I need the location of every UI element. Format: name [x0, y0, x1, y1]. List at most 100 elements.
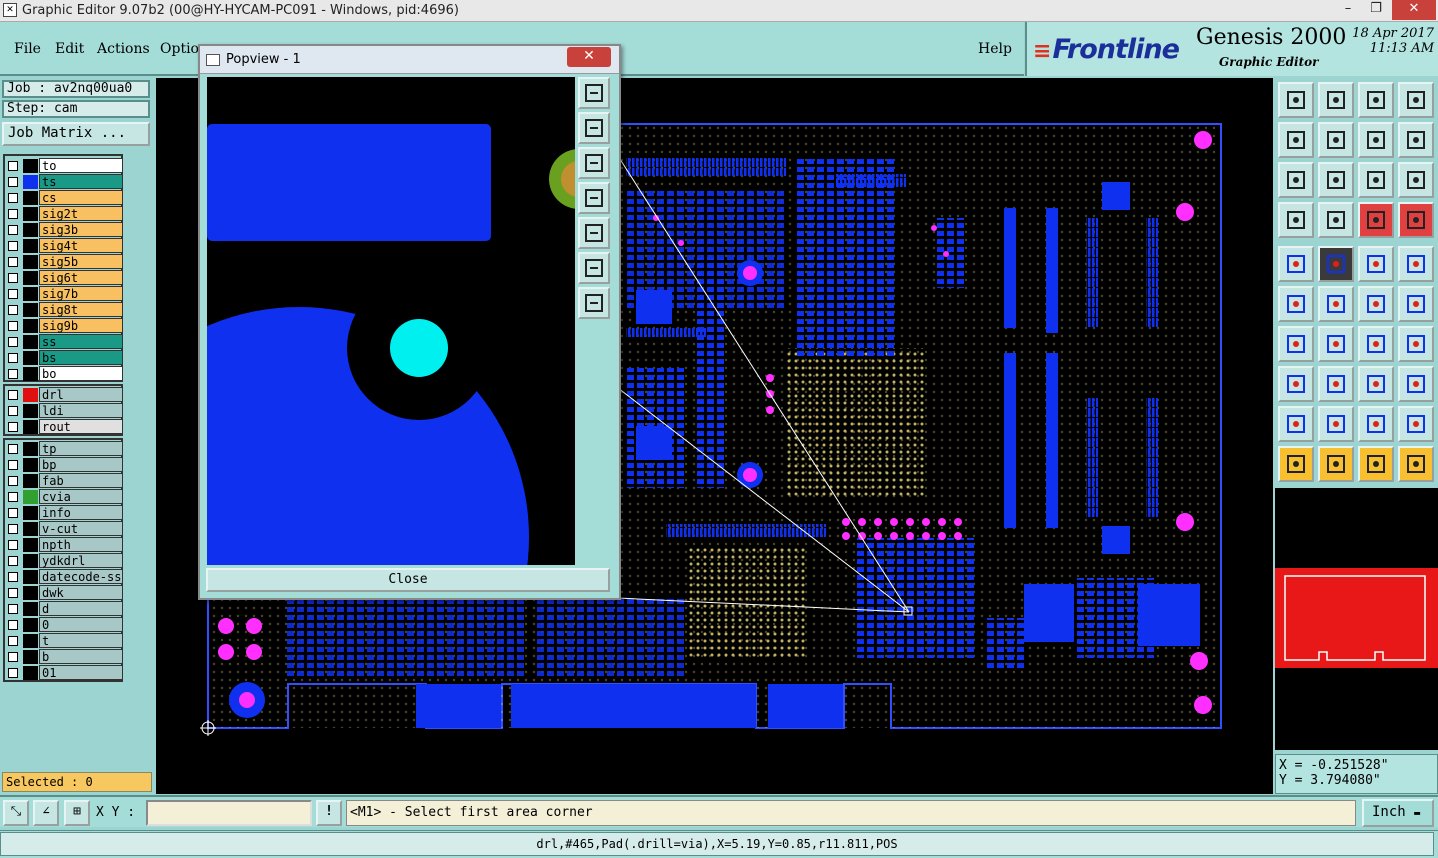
- grid-tool-icon[interactable]: [1318, 202, 1354, 238]
- layer-name[interactable]: info: [39, 505, 123, 520]
- layer-name[interactable]: drl: [39, 387, 123, 402]
- layer-name[interactable]: sig6t: [39, 270, 123, 285]
- layer-row-rout[interactable]: rout: [5, 419, 123, 435]
- layer-row-sig8t[interactable]: sig8t: [5, 302, 123, 318]
- layer-name[interactable]: cs: [39, 190, 123, 205]
- layer-checkbox[interactable]: [8, 572, 18, 582]
- fit-icon[interactable]: [1278, 162, 1314, 198]
- unit-selector[interactable]: Inch ▬: [1362, 799, 1434, 827]
- query-icon[interactable]: [1398, 162, 1434, 198]
- layer-checkbox[interactable]: [8, 257, 18, 267]
- layer-checkbox[interactable]: [8, 460, 18, 470]
- redraw-icon[interactable]: [1358, 122, 1394, 158]
- layer-color-swatch[interactable]: [23, 522, 38, 536]
- layer-name[interactable]: d: [39, 601, 123, 616]
- layer-row-npth[interactable]: npth: [5, 537, 123, 553]
- layer-checkbox[interactable]: [8, 476, 18, 486]
- layer-color-swatch[interactable]: [23, 420, 38, 434]
- layer-name[interactable]: sig5b: [39, 254, 123, 269]
- pointer-orange-icon[interactable]: [1358, 446, 1394, 482]
- layer-name[interactable]: sig8t: [39, 302, 123, 317]
- layer-color-swatch[interactable]: [23, 388, 38, 402]
- layer-checkbox[interactable]: [8, 273, 18, 283]
- layer-row-ts[interactable]: ts: [5, 174, 123, 190]
- layer-checkbox[interactable]: [8, 444, 18, 454]
- layer-color-swatch[interactable]: [23, 271, 38, 285]
- layer-color-swatch[interactable]: [23, 159, 38, 173]
- layer-name[interactable]: sig9b: [39, 318, 123, 333]
- triangle-cut-icon[interactable]: [1398, 406, 1434, 442]
- popview-close-button[interactable]: Close: [206, 568, 610, 592]
- layer-row-b[interactable]: b: [5, 649, 123, 665]
- layer-color-swatch[interactable]: [23, 319, 38, 333]
- layer-row-d[interactable]: d: [5, 601, 123, 617]
- layer-color-swatch[interactable]: [23, 474, 38, 488]
- job-matrix-button[interactable]: Job Matrix ...: [2, 122, 150, 146]
- layer-checkbox[interactable]: [8, 177, 18, 187]
- layer-row-sig3b[interactable]: sig3b: [5, 222, 123, 238]
- pointer-select-icon[interactable]: [1318, 446, 1354, 482]
- layer-color-swatch[interactable]: [23, 650, 38, 664]
- zoom-right-icon[interactable]: [578, 217, 610, 249]
- layer-row-bs[interactable]: bs: [5, 350, 123, 366]
- layer-row-ydkdrl[interactable]: ydkdrl: [5, 553, 123, 569]
- layer-name[interactable]: ts: [39, 174, 123, 189]
- layer-row-fab[interactable]: fab: [5, 473, 123, 489]
- cut-icon[interactable]: [1318, 366, 1354, 402]
- layer-checkbox[interactable]: [8, 225, 18, 235]
- mirror-icon[interactable]: [1398, 326, 1434, 362]
- layer-checkbox[interactable]: [8, 652, 18, 662]
- zoom-down-icon[interactable]: [578, 147, 610, 179]
- triangle-up-icon[interactable]: [1358, 406, 1394, 442]
- layer-row-ss[interactable]: ss: [5, 334, 123, 350]
- layer-name[interactable]: 01: [39, 665, 123, 680]
- rotate-icon[interactable]: [1358, 326, 1394, 362]
- layer-name[interactable]: ldi: [39, 403, 123, 418]
- layer-row-bp[interactable]: bp: [5, 457, 123, 473]
- connect-icon[interactable]: [1278, 286, 1314, 322]
- layer-color-swatch[interactable]: [23, 586, 38, 600]
- layer-checkbox[interactable]: [8, 524, 18, 534]
- layer-checkbox[interactable]: [8, 636, 18, 646]
- pad-icon[interactable]: [1278, 246, 1314, 282]
- draw-line-icon[interactable]: [1318, 326, 1354, 362]
- layer-color-swatch[interactable]: [23, 618, 38, 632]
- triangle-icon[interactable]: [1278, 406, 1314, 442]
- layer-row-tp[interactable]: tp: [5, 441, 123, 457]
- layer-color-swatch[interactable]: [23, 490, 38, 504]
- pan-left-icon[interactable]: [1278, 122, 1314, 158]
- layer-color-swatch[interactable]: [23, 239, 38, 253]
- zoom-in-icon[interactable]: [578, 77, 610, 109]
- snap-icon[interactable]: ⤡: [3, 800, 29, 826]
- layer-name[interactable]: bp: [39, 457, 123, 472]
- overview-map[interactable]: [1275, 488, 1438, 750]
- layer-row-sig5b[interactable]: sig5b: [5, 254, 123, 270]
- layer-row-cs[interactable]: cs: [5, 190, 123, 206]
- menu-actions[interactable]: Actions: [97, 41, 150, 57]
- group-icon[interactable]: [1398, 366, 1434, 402]
- layer-row-bo[interactable]: bo: [5, 366, 123, 382]
- layer-row-sig4t[interactable]: sig4t: [5, 238, 123, 254]
- layers-red2-icon[interactable]: [1398, 202, 1434, 238]
- zoom-home-icon[interactable]: [1358, 82, 1394, 118]
- layer-checkbox[interactable]: [8, 620, 18, 630]
- layer-row-datecode-ss[interactable]: datecode-ss: [5, 569, 123, 585]
- layer-name[interactable]: v-cut: [39, 521, 123, 536]
- layer-color-swatch[interactable]: [23, 554, 38, 568]
- measure-icon[interactable]: [1358, 246, 1394, 282]
- zoom-fit-icon[interactable]: [578, 252, 610, 284]
- layer-row-v-cut[interactable]: v-cut: [5, 521, 123, 537]
- layer-name[interactable]: bo: [39, 366, 123, 381]
- angle-icon[interactable]: [1278, 326, 1314, 362]
- layer-name[interactable]: bs: [39, 350, 123, 365]
- layer-color-swatch[interactable]: [23, 666, 38, 680]
- cross-icon[interactable]: [1318, 286, 1354, 322]
- layer-name[interactable]: npth: [39, 537, 123, 552]
- layer-checkbox[interactable]: [8, 492, 18, 502]
- layer-name[interactable]: sig2t: [39, 206, 123, 221]
- layer-name[interactable]: sig4t: [39, 238, 123, 253]
- layer-checkbox[interactable]: [8, 556, 18, 566]
- popview-close-x[interactable]: ✕: [567, 47, 611, 67]
- popview-canvas[interactable]: [207, 77, 575, 565]
- layers-red-icon[interactable]: [1358, 202, 1394, 238]
